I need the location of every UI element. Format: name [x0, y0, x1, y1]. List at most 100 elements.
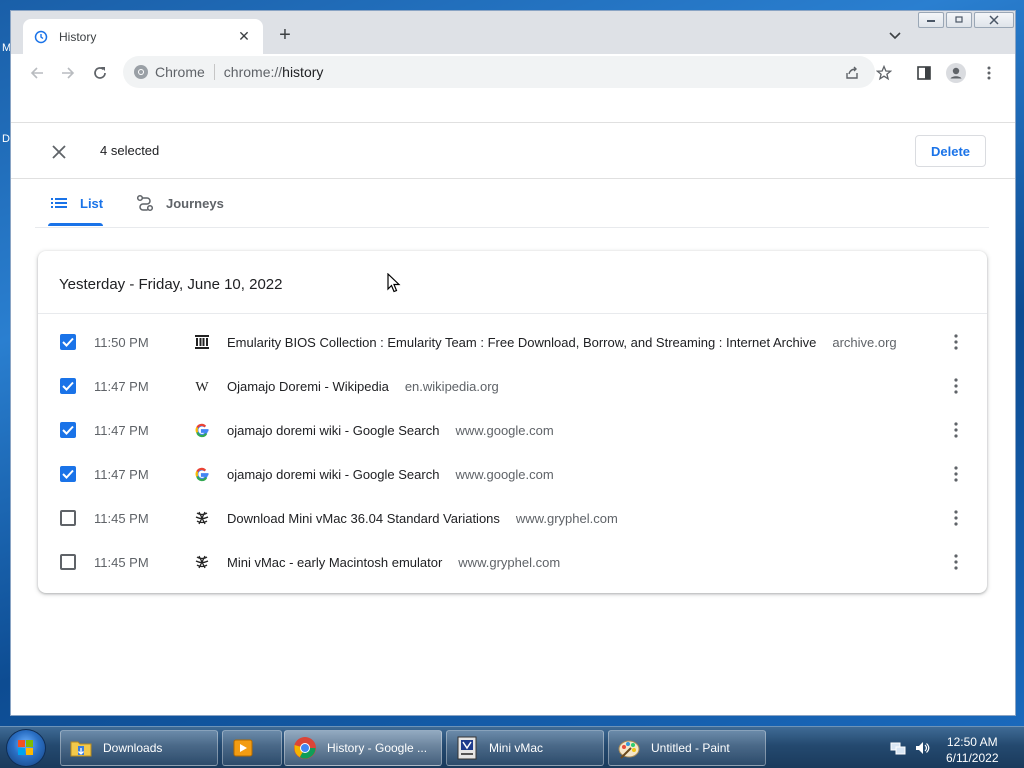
entry-time: 11:47 PM — [94, 422, 149, 438]
entry-domain: www.gryphel.com — [458, 554, 561, 570]
selected-count: 4 selected — [100, 143, 160, 158]
window-close-icon[interactable] — [974, 12, 1014, 28]
entry-title-link[interactable]: Ojamajo Doremi - Wikipedia — [227, 379, 389, 394]
tab-close-icon[interactable]: ✕ — [235, 28, 253, 45]
entry-title-link[interactable]: ojamajo doremi wiki - Google Search — [227, 423, 439, 438]
entry-domain: en.wikipedia.org — [404, 378, 499, 394]
window-controls — [916, 12, 1014, 28]
bookmark-star-icon[interactable] — [874, 63, 894, 83]
history-entry[interactable]: 11:47 PM W Ojamajo Doremi - Wikipedia en.… — [38, 364, 987, 408]
taskbar-label: Downloads — [103, 741, 163, 755]
entry-text: ojamajo doremi wiki - Google Search www.g… — [227, 467, 554, 482]
back-arrow-icon[interactable] — [27, 63, 47, 83]
svg-text:W: W — [195, 380, 209, 394]
reload-icon[interactable] — [90, 63, 110, 83]
tab-journeys[interactable]: Journeys — [136, 179, 224, 227]
network-icon[interactable] — [890, 740, 906, 756]
restore-icon[interactable] — [946, 12, 972, 28]
delete-button[interactable]: Delete — [915, 135, 986, 167]
entry-text: ojamajo doremi wiki - Google Search www.g… — [227, 423, 554, 438]
history-entry[interactable]: 11:47 PM ojamajo doremi wiki - Google Se… — [38, 408, 987, 452]
minimize-icon[interactable] — [918, 12, 944, 28]
taskbar: Downloads History - Google ... Mini vMac… — [0, 726, 1024, 768]
history-day-card: Yesterday - Friday, June 10, 2022 11:50 … — [38, 251, 987, 593]
entry-title-link[interactable]: Mini vMac - early Macintosh emulator — [227, 555, 442, 570]
entry-domain: www.google.com — [455, 422, 554, 438]
history-entry[interactable]: 11:45 PM Download Mini vMac 36.04 Standa… — [38, 496, 987, 540]
entry-checkbox[interactable] — [60, 422, 76, 438]
taskbar-button-downloads[interactable]: Downloads — [60, 730, 218, 766]
side-panel-icon[interactable] — [914, 63, 934, 83]
entry-checkbox[interactable] — [60, 378, 76, 394]
history-page: 4 selected Delete List Journeys Yesterda… — [11, 90, 1015, 715]
day-heading: Yesterday - Friday, June 10, 2022 — [59, 276, 283, 293]
tab-journeys-label: Journeys — [166, 195, 224, 211]
entry-domain: archive.org — [832, 334, 897, 350]
tab-list[interactable]: List — [50, 179, 103, 227]
entry-more-actions-icon[interactable] — [946, 508, 966, 528]
mouse-cursor-icon — [387, 272, 401, 293]
history-entry[interactable]: 11:50 PM Emularity BIOS Collection : Emu… — [38, 320, 987, 364]
tabs-divider — [35, 227, 989, 228]
selection-toolbar: 4 selected Delete — [11, 123, 1015, 179]
tab-list-label: List — [80, 195, 104, 211]
entry-more-actions-icon[interactable] — [946, 464, 966, 484]
entry-checkbox[interactable] — [60, 466, 76, 482]
tab-history[interactable]: History ✕ — [23, 19, 263, 54]
entry-text: Ojamajo Doremi - Wikipedia en.wikipedia.o… — [227, 379, 499, 394]
gryphel-favicon — [194, 510, 210, 526]
tab-title: History — [59, 29, 97, 44]
taskbar-button-mini-vmac[interactable]: Mini vMac — [446, 730, 604, 766]
entry-more-actions-icon[interactable] — [946, 420, 966, 440]
start-button[interactable] — [6, 729, 46, 767]
mini-vmac-icon — [455, 736, 479, 760]
entry-title-link[interactable]: Download Mini vMac 36.04 Standard Variat… — [227, 511, 500, 526]
url-scheme: chrome:// — [223, 64, 283, 80]
paint-icon — [617, 736, 641, 760]
browser-toolbar: Chrome chrome://history — [11, 54, 1015, 90]
taskbar-button-chrome[interactable]: History - Google ... — [284, 730, 442, 766]
entry-checkbox[interactable] — [60, 510, 76, 526]
tab-strip: History ✕ + — [11, 11, 1015, 54]
list-icon — [50, 194, 68, 212]
tab-search-chevron-icon[interactable] — [887, 27, 903, 43]
entry-more-actions-icon[interactable] — [946, 332, 966, 352]
google-favicon — [194, 422, 210, 438]
history-view-tabs: List Journeys — [11, 179, 1015, 227]
share-icon[interactable] — [842, 63, 862, 83]
chrome-menu-icon[interactable] — [979, 63, 999, 83]
taskbar-label: Untitled - Paint — [651, 741, 730, 755]
chrome-window: History ✕ + Chrome chrome://history 4 se… — [10, 10, 1016, 716]
entry-more-actions-icon[interactable] — [946, 552, 966, 572]
volume-icon[interactable] — [914, 740, 930, 756]
profile-avatar-icon[interactable] — [946, 63, 966, 83]
entry-time: 11:45 PM — [94, 510, 149, 526]
taskbar-label: History - Google ... — [327, 741, 428, 755]
entry-time: 11:45 PM — [94, 554, 149, 570]
clear-selection-close-icon[interactable] — [49, 142, 69, 162]
history-entry[interactable]: 11:47 PM ojamajo doremi wiki - Google Se… — [38, 452, 987, 496]
omnibox-url: chrome://history — [224, 64, 324, 80]
entry-title-link[interactable]: ojamajo doremi wiki - Google Search — [227, 467, 439, 482]
url-path: history — [282, 64, 324, 80]
entry-time: 11:50 PM — [94, 334, 149, 350]
entry-checkbox[interactable] — [60, 554, 76, 570]
entry-domain: www.gryphel.com — [515, 510, 618, 526]
taskbar-label: Mini vMac — [489, 741, 544, 755]
forward-arrow-icon[interactable] — [58, 63, 78, 83]
entry-title-link[interactable]: Emularity BIOS Collection : Emularity Te… — [227, 335, 816, 350]
history-entry[interactable]: 11:45 PM Mini vMac - early Macintosh emu… — [38, 540, 987, 584]
address-bar[interactable]: Chrome chrome://history — [123, 56, 875, 88]
chrome-logo-icon — [133, 64, 149, 80]
taskbar-button-paint[interactable]: Untitled - Paint — [608, 730, 766, 766]
entry-more-actions-icon[interactable] — [946, 376, 966, 396]
taskbar-clock[interactable]: 12:50 AM 6/11/2022 — [946, 734, 999, 766]
chrome-icon — [293, 736, 317, 760]
omnibox-separator — [213, 64, 215, 80]
taskbar-button-media-player[interactable] — [222, 730, 282, 766]
google-favicon — [194, 466, 210, 482]
gryphel-favicon — [194, 554, 210, 570]
entry-checkbox[interactable] — [60, 334, 76, 350]
media-player-icon — [231, 736, 255, 760]
new-tab-button[interactable]: + — [273, 24, 297, 48]
